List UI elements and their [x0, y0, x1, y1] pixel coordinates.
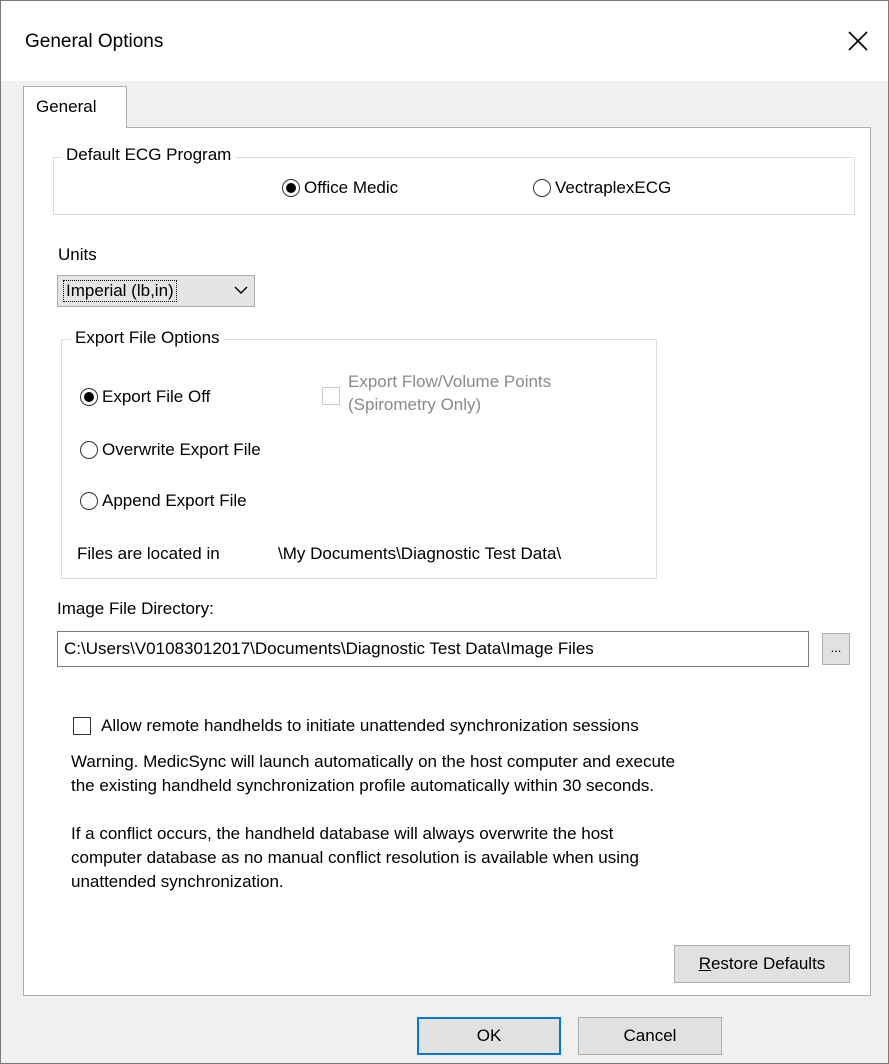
restore-defaults-accelerator: R — [698, 954, 711, 973]
conflict-line-2: computer database as no manual conflict … — [71, 848, 639, 867]
units-select-value: Imperial (lb,in) — [63, 280, 177, 302]
warning-line-2: the existing handheld synchronization pr… — [71, 776, 655, 795]
radio-overwrite-export-label[interactable]: Overwrite Export File — [102, 440, 261, 460]
tab-general[interactable]: General — [23, 86, 127, 128]
close-icon — [848, 31, 868, 51]
flow-volume-checkbox[interactable] — [322, 387, 340, 405]
units-select[interactable]: Imperial (lb,in) — [57, 275, 255, 307]
radio-office-medic[interactable] — [282, 179, 300, 197]
radio-append-export-label[interactable]: Append Export File — [102, 491, 247, 511]
conflict-text: If a conflict occurs, the handheld datab… — [71, 822, 861, 894]
browse-button[interactable]: ... — [822, 633, 850, 665]
default-ecg-group — [53, 157, 855, 215]
warning-text: Warning. MedicSync will launch automatic… — [71, 750, 861, 798]
warning-line-1: Warning. MedicSync will launch automatic… — [71, 752, 676, 771]
flow-volume-label-line2: (Spirometry Only) — [348, 395, 482, 414]
restore-defaults-label: estore Defaults — [710, 954, 826, 973]
conflict-line-3: unattended synchronization. — [71, 872, 284, 891]
radio-office-medic-label[interactable]: Office Medic — [304, 178, 398, 198]
image-dir-label: Image File Directory: — [57, 599, 214, 618]
default-ecg-legend: Default ECG Program — [62, 145, 236, 165]
units-label: Units — [58, 245, 97, 264]
chevron-down-icon — [234, 286, 248, 294]
image-dir-input[interactable]: C:\Users\V01083012017\Documents\Diagnost… — [57, 631, 809, 667]
radio-export-off-label[interactable]: Export File Off — [102, 387, 210, 407]
radio-append-export[interactable] — [80, 492, 98, 510]
export-options-legend: Export File Options — [71, 328, 224, 348]
radio-export-off[interactable] — [80, 388, 98, 406]
close-button[interactable] — [828, 1, 888, 81]
ok-button[interactable]: OK — [417, 1017, 561, 1055]
flow-volume-label-line1: Export Flow/Volume Points — [348, 372, 552, 391]
general-options-dialog: General Options General Default ECG Prog… — [0, 0, 889, 1064]
files-location-label: Files are located in — [77, 544, 220, 563]
cancel-button[interactable]: Cancel — [578, 1017, 722, 1055]
title-bar: General Options — [1, 1, 888, 81]
radio-vectraplexecg[interactable] — [533, 179, 551, 197]
remote-sync-checkbox[interactable] — [73, 717, 91, 735]
window-title: General Options — [25, 31, 164, 52]
tab-general-label: General — [36, 97, 97, 116]
remote-sync-label[interactable]: Allow remote handhelds to initiate unatt… — [101, 716, 639, 736]
radio-overwrite-export[interactable] — [80, 441, 98, 459]
restore-defaults-button[interactable]: Restore Defaults — [674, 945, 850, 983]
radio-vectraplexecg-label[interactable]: VectraplexECG — [555, 178, 671, 198]
files-location-path: \My Documents\Diagnostic Test Data\ — [278, 544, 562, 563]
conflict-line-1: If a conflict occurs, the handheld datab… — [71, 824, 614, 843]
image-dir-input-value: C:\Users\V01083012017\Documents\Diagnost… — [64, 639, 594, 658]
